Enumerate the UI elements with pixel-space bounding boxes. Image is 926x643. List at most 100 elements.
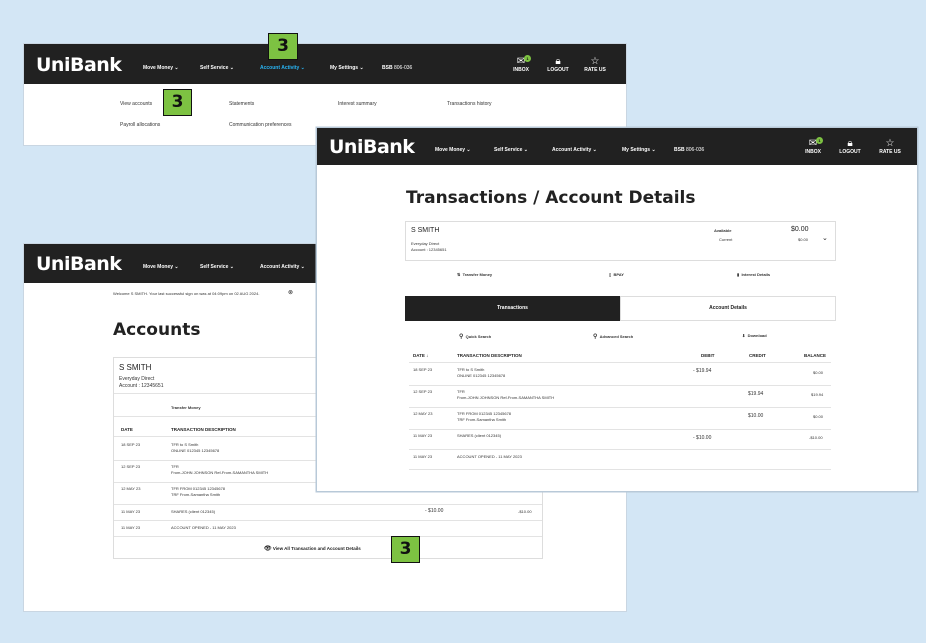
row-desc-sub: ONLINE 012345 12345678 xyxy=(171,448,220,453)
table-row[interactable]: 12 SEP 23 TFR From-JOHN JOHNSON Ref-From… xyxy=(409,387,831,407)
interest-details-link[interactable]: ▮ Interest Details xyxy=(737,272,770,277)
row-balance: -$10.00 xyxy=(518,509,532,514)
row-desc: TFR to S Smith xyxy=(457,367,485,372)
col-description: TRANSACTION DESCRIPTION xyxy=(171,427,236,432)
welcome-close-icon[interactable]: ⊗ xyxy=(288,289,293,296)
page-title: Accounts xyxy=(113,320,201,340)
row-date: 12 MAY 23 xyxy=(413,411,433,416)
row-desc-sub: From-JOHN JOHNSON Ref-From-SAMANTHA SMIT… xyxy=(171,470,269,475)
col-date: DATE xyxy=(121,427,133,432)
nav-my-settings[interactable]: My Settings ⌄ xyxy=(330,65,364,71)
row-desc: TFR xyxy=(457,389,465,394)
search-icon: ⚲ xyxy=(593,334,598,340)
nav-self-service[interactable]: Self Service ⌄ xyxy=(494,147,528,153)
table-row[interactable]: 11 MAY 23 ACCOUNT OPENED - 11 MAY 2023 xyxy=(409,451,831,467)
table-row[interactable]: 18 SEP 23 TFR to S Smith ONLINE 012345 1… xyxy=(409,365,831,385)
row-desc: SHARES (client 012345) xyxy=(171,509,216,514)
unibank-logo: UniBank xyxy=(329,136,415,158)
inbox-button[interactable]: ✉ INBOX 1 xyxy=(802,137,824,155)
inbox-button[interactable]: ✉ INBOX 1 xyxy=(510,55,532,73)
menu-communication-preferences[interactable]: Communication preferences xyxy=(229,122,292,128)
step-callout-3: 3 xyxy=(391,536,420,563)
table-row[interactable]: 11 MAY 23 ACCOUNT OPENED - 11 MAY 2023 xyxy=(114,522,544,536)
row-date: 11 MAY 23 xyxy=(121,509,141,514)
inbox-count-badge: 1 xyxy=(524,55,531,62)
logout-button[interactable]: 🔒︎ LOGOUT xyxy=(838,138,862,156)
nav-account-activity[interactable]: Account Activity ⌄ xyxy=(260,264,305,270)
row-desc: SHARES (client 012345) xyxy=(457,433,502,438)
rate-us-button[interactable]: ☆ RATE US xyxy=(877,139,903,156)
step-callout-1: 3 xyxy=(268,33,298,60)
row-debit: - $19.94 xyxy=(693,368,712,374)
current-balance: $0.00 xyxy=(798,237,809,242)
nav-move-money[interactable]: Move Money ⌄ xyxy=(435,147,471,153)
bpay-link[interactable]: ▯ BPAY xyxy=(609,272,624,277)
menu-statements[interactable]: Statements xyxy=(229,101,254,107)
row-desc: ACCOUNT OPENED - 11 MAY 2023 xyxy=(457,454,522,459)
nav-self-service[interactable]: Self Service ⌄ xyxy=(200,65,234,71)
account-type: Everyday Direct xyxy=(411,241,440,246)
download-button[interactable]: ⬇ Download xyxy=(742,333,767,338)
menu-transactions-history[interactable]: Transactions history xyxy=(447,101,492,107)
row-desc: TFR FROM 012345 12345678 xyxy=(457,411,512,416)
col-credit: CREDIT xyxy=(749,353,766,358)
current-label: Current xyxy=(719,237,733,242)
eye-icon: 👁︎ xyxy=(264,546,272,552)
page-title: Transactions / Account Details xyxy=(406,188,696,208)
view-all-link[interactable]: 👁︎ View All Transaction and Account Deta… xyxy=(264,545,361,552)
nav-account-activity[interactable]: Account Activity ⌄ xyxy=(260,65,305,71)
account-number: Account : 12345651 xyxy=(119,383,164,389)
row-desc-sub: ONLINE 012345 12345678 xyxy=(457,373,506,378)
transfer-icon: ⇅ xyxy=(457,272,461,277)
nav-account-activity[interactable]: Account Activity ⌄ xyxy=(552,147,597,153)
row-debit: - $10.00 xyxy=(425,508,444,514)
row-desc: TFR FROM 012345 12345678 xyxy=(171,486,226,491)
row-desc-sub: From-JOHN JOHNSON Ref-From-SAMANTHA SMIT… xyxy=(457,395,555,400)
row-date: 12 SEP 23 xyxy=(413,389,433,394)
row-balance: $0.00 xyxy=(813,370,824,375)
transactions-screenshot-panel: UniBank Move Money ⌄ Self Service ⌄ Acco… xyxy=(317,128,917,491)
bar-chart-icon: ▮ xyxy=(737,272,740,277)
rate-us-button[interactable]: ☆ RATE US xyxy=(583,56,607,74)
lock-icon: 🔒︎ xyxy=(847,138,853,149)
search-icon: ⚲ xyxy=(459,334,464,340)
logout-button[interactable]: 🔒︎ LOGOUT xyxy=(546,57,570,74)
account-number: Account : 12345651 xyxy=(411,247,447,252)
step-callout-2: 3 xyxy=(163,89,192,116)
transfer-money-link[interactable]: Transfer Money xyxy=(171,405,201,410)
account-type: Everyday Direct xyxy=(119,376,155,382)
menu-payroll-allocations[interactable]: Payroll allocations xyxy=(120,122,160,128)
chevron-down-icon[interactable]: ⌄ xyxy=(822,234,828,242)
col-date[interactable]: DATE ↓ xyxy=(413,353,428,358)
advanced-search-button[interactable]: ⚲ Advanced Search xyxy=(593,333,633,340)
unibank-logo: UniBank xyxy=(36,253,122,275)
star-icon: ☆ xyxy=(590,56,600,67)
inbox-count-badge: 1 xyxy=(816,137,823,144)
nav-move-money[interactable]: Move Money ⌄ xyxy=(143,65,179,71)
tab-transactions[interactable]: Transactions xyxy=(405,296,620,321)
nav-move-money[interactable]: Move Money ⌄ xyxy=(143,264,179,270)
bpay-icon: ▯ xyxy=(609,272,612,277)
table-row[interactable]: 11 MAY 23 SHARES (client 012345) - $10.0… xyxy=(409,431,831,449)
top-navbar: UniBank Move Money ⌄ Self Service ⌄ Acco… xyxy=(317,128,917,165)
row-desc-sub: TRF From-Samantha Smith xyxy=(457,417,507,422)
welcome-message: Welcome S SMITH. Your last successful si… xyxy=(113,291,260,296)
nav-my-settings[interactable]: My Settings ⌄ xyxy=(622,147,656,153)
quick-search-button[interactable]: ⚲ Quick Search xyxy=(459,333,491,340)
col-balance: BALANCE xyxy=(804,353,826,358)
transfer-money-link[interactable]: ⇅ Transfer Money xyxy=(457,272,492,277)
bsb-number: BSB 806-036 xyxy=(674,147,705,153)
row-debit: - $10.00 xyxy=(693,435,712,441)
row-balance: $0.00 xyxy=(813,414,824,419)
available-balance: $0.00 xyxy=(791,226,809,233)
row-date: 18 SEP 23 xyxy=(413,367,433,372)
menu-view-accounts[interactable]: View accounts xyxy=(120,101,152,107)
menu-interest-summary[interactable]: Interest summary xyxy=(338,101,377,107)
row-date: 12 MAY 23 xyxy=(121,486,141,491)
top-navbar: UniBank Move Money ⌄ Self Service ⌄ Acco… xyxy=(24,44,626,84)
table-row[interactable]: 11 MAY 23 SHARES (client 012345) - $10.0… xyxy=(114,506,544,520)
table-row[interactable]: 12 MAY 23 TFR FROM 012345 12345678 TRF F… xyxy=(409,409,831,429)
tab-account-details[interactable]: Account Details xyxy=(620,296,836,321)
row-credit: $19.94 xyxy=(748,391,764,397)
nav-self-service[interactable]: Self Service ⌄ xyxy=(200,264,234,270)
